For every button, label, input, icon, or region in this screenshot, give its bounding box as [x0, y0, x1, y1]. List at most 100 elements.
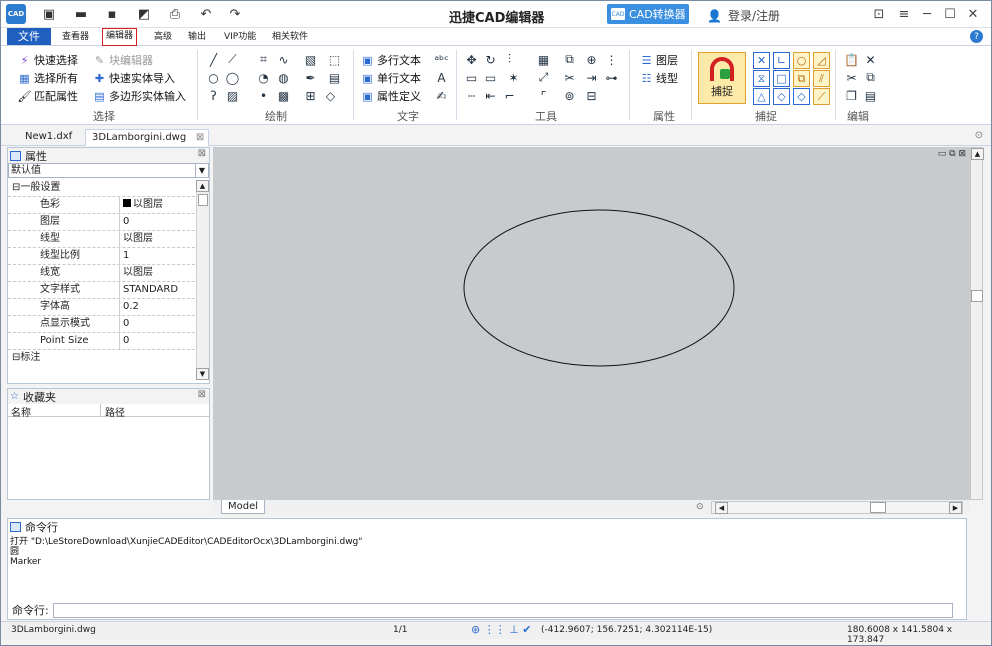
- snap-node-icon[interactable]: □: [773, 70, 790, 87]
- tab-close-icon[interactable]: ⊠: [196, 130, 204, 146]
- save-icon[interactable]: ▪: [102, 5, 122, 23]
- copy-edit-icon[interactable]: ❐: [844, 88, 859, 103]
- minimize-icon[interactable]: ─: [919, 6, 935, 22]
- close-icon[interactable]: ✕: [965, 6, 981, 22]
- menu-output[interactable]: 输出: [185, 30, 209, 45]
- snap-center-icon[interactable]: ○: [793, 52, 810, 69]
- prop-row[interactable]: 点显示模式 0: [8, 316, 195, 333]
- snap-perp-icon[interactable]: ∟: [773, 52, 790, 69]
- arc-icon[interactable]: ◔: [256, 70, 271, 85]
- menu-vip[interactable]: VIP功能: [221, 30, 259, 45]
- print-icon[interactable]: ⎙: [165, 5, 185, 23]
- linetype-button[interactable]: ☷ 线型: [640, 70, 678, 86]
- menu-related[interactable]: 相关软件: [269, 30, 311, 45]
- select-all-button[interactable]: ▦ 选择所有: [18, 70, 78, 86]
- quick-entity-import-button[interactable]: ✚ 快速实体导入: [93, 70, 175, 86]
- circle-icon[interactable]: ○: [206, 70, 221, 85]
- tab-list-icon[interactable]: ⊙: [975, 130, 983, 141]
- prop-row[interactable]: 线宽 以图层: [8, 265, 195, 282]
- align-icon[interactable]: ▦: [536, 52, 551, 67]
- snap-endpoint-icon[interactable]: ✕: [753, 52, 770, 69]
- redo-icon[interactable]: ↷: [225, 5, 245, 23]
- tab-3dlamborgini[interactable]: 3DLamborgini.dwg ⊠: [85, 129, 210, 146]
- edit-text-icon[interactable]: ✍: [434, 88, 449, 103]
- snap-nearest-icon[interactable]: ⟋: [813, 88, 830, 105]
- snap-ext-icon[interactable]: ◇: [793, 88, 810, 105]
- maximize-icon[interactable]: ☐: [942, 6, 958, 22]
- text-button[interactable]: ▣ 单行文本: [361, 70, 421, 86]
- scroll-up-icon[interactable]: ▲: [971, 148, 984, 160]
- offset-icon[interactable]: ⊚: [562, 88, 577, 103]
- help-icon[interactable]: ?: [970, 30, 983, 43]
- cad-converter-button[interactable]: CAD CAD转换器: [607, 4, 689, 24]
- delete-icon[interactable]: ✕: [863, 52, 878, 67]
- attdef-button[interactable]: ▣ 属性定义: [361, 88, 421, 104]
- prop-row[interactable]: 线型比例 1: [8, 248, 195, 265]
- scroll-left-icon[interactable]: ◀: [715, 502, 728, 514]
- fill-icon[interactable]: ▨: [225, 88, 240, 103]
- array-icon[interactable]: ⊕: [584, 52, 599, 67]
- match-properties-button[interactable]: 🖌 匹配属性: [18, 88, 78, 104]
- snap-insert-icon[interactable]: ⧉: [793, 70, 810, 87]
- scroll-thumb[interactable]: [198, 194, 208, 206]
- rectangle-icon[interactable]: ⌗: [256, 52, 271, 67]
- prop-row[interactable]: 图层 0: [8, 214, 195, 231]
- hatch-icon[interactable]: ▧: [303, 52, 318, 67]
- lengthen-icon[interactable]: ⊟: [584, 88, 599, 103]
- layer-button[interactable]: ☰ 图层: [640, 52, 678, 68]
- model-tab[interactable]: Model: [221, 500, 266, 514]
- paste-icon[interactable]: 📋: [844, 52, 859, 67]
- command-input[interactable]: [52, 602, 953, 618]
- canvas-vscroll[interactable]: ▲: [970, 147, 984, 500]
- shape-icon[interactable]: ◇: [323, 88, 338, 103]
- panel-close-icon[interactable]: ⊠: [198, 389, 206, 400]
- feedback-icon[interactable]: ⊡: [871, 6, 887, 22]
- canvas-hscroll[interactable]: ◀ ▶: [711, 501, 963, 514]
- paste-special-icon[interactable]: ⧉: [863, 70, 878, 85]
- join-icon[interactable]: ⊶: [604, 70, 619, 85]
- viewport-controls-icon[interactable]: ▭ ⧉ ⊠: [938, 149, 966, 159]
- region-icon[interactable]: ⬚: [327, 52, 342, 67]
- col-name[interactable]: 名称: [8, 404, 101, 419]
- scroll-thumb[interactable]: [971, 290, 983, 302]
- section-dimension[interactable]: ⊟标注: [8, 350, 195, 367]
- drawing-canvas[interactable]: ▭ ⧉ ⊠: [213, 147, 970, 500]
- image-icon[interactable]: ▩: [276, 88, 291, 103]
- frame-icon[interactable]: ▭: [483, 70, 498, 85]
- col-path[interactable]: 路径: [101, 404, 125, 419]
- login-link[interactable]: 👤 登录/注册: [707, 7, 780, 24]
- snap-parallel-icon[interactable]: ⫽: [813, 70, 830, 87]
- snap-big-button[interactable]: 捕捉: [698, 52, 746, 104]
- scroll-down-icon[interactable]: ▼: [196, 368, 209, 380]
- circle2-icon[interactable]: ◯: [225, 70, 240, 85]
- break-icon[interactable]: ⋮: [604, 52, 619, 67]
- snap-quad-icon[interactable]: △: [753, 88, 770, 105]
- snap-toggle-icons[interactable]: ⊛ ⋮⋮ ⊥ ✔: [471, 623, 532, 636]
- section-general[interactable]: ⊟一般设置: [8, 180, 195, 197]
- scroll-up-icon[interactable]: ▲: [196, 180, 209, 192]
- panel-close-icon[interactable]: ⊠: [198, 148, 206, 159]
- properties-dropdown[interactable]: 默认值 ▼: [8, 163, 209, 178]
- menu-viewer[interactable]: 查看器: [59, 30, 92, 45]
- new-icon[interactable]: ▣: [39, 5, 59, 23]
- cut-icon[interactable]: ✂: [844, 70, 859, 85]
- abc-icon[interactable]: ᵃᵇᶜ: [434, 52, 449, 67]
- polyline-icon[interactable]: ⟋: [225, 52, 240, 67]
- dim-icon[interactable]: ┄: [464, 88, 479, 103]
- scroll-thumb[interactable]: [870, 502, 886, 513]
- scale-icon[interactable]: ⤢: [536, 70, 551, 85]
- tab-new1[interactable]: New1.dxf: [19, 129, 78, 146]
- prop-row[interactable]: 字体高 0.2: [8, 299, 195, 316]
- grid-icon[interactable]: ⊞: [303, 88, 318, 103]
- mirror-icon[interactable]: ⫶: [502, 52, 517, 67]
- snap-intersect-icon[interactable]: ◇: [773, 88, 790, 105]
- polygon-entity-input-button[interactable]: ▤ 多边形实体输入: [93, 88, 186, 104]
- point-icon[interactable]: •: [256, 88, 271, 103]
- prop-row[interactable]: 色彩 以图层: [8, 197, 195, 214]
- undo-icon[interactable]: ↶: [196, 5, 216, 23]
- measure-icon[interactable]: ⇤: [483, 88, 498, 103]
- ellipse-shape[interactable]: [463, 209, 735, 367]
- extend-icon[interactable]: ⇥: [584, 70, 599, 85]
- open-folder-icon[interactable]: ▬: [71, 5, 91, 23]
- clipboard-icon[interactable]: ▤: [863, 88, 878, 103]
